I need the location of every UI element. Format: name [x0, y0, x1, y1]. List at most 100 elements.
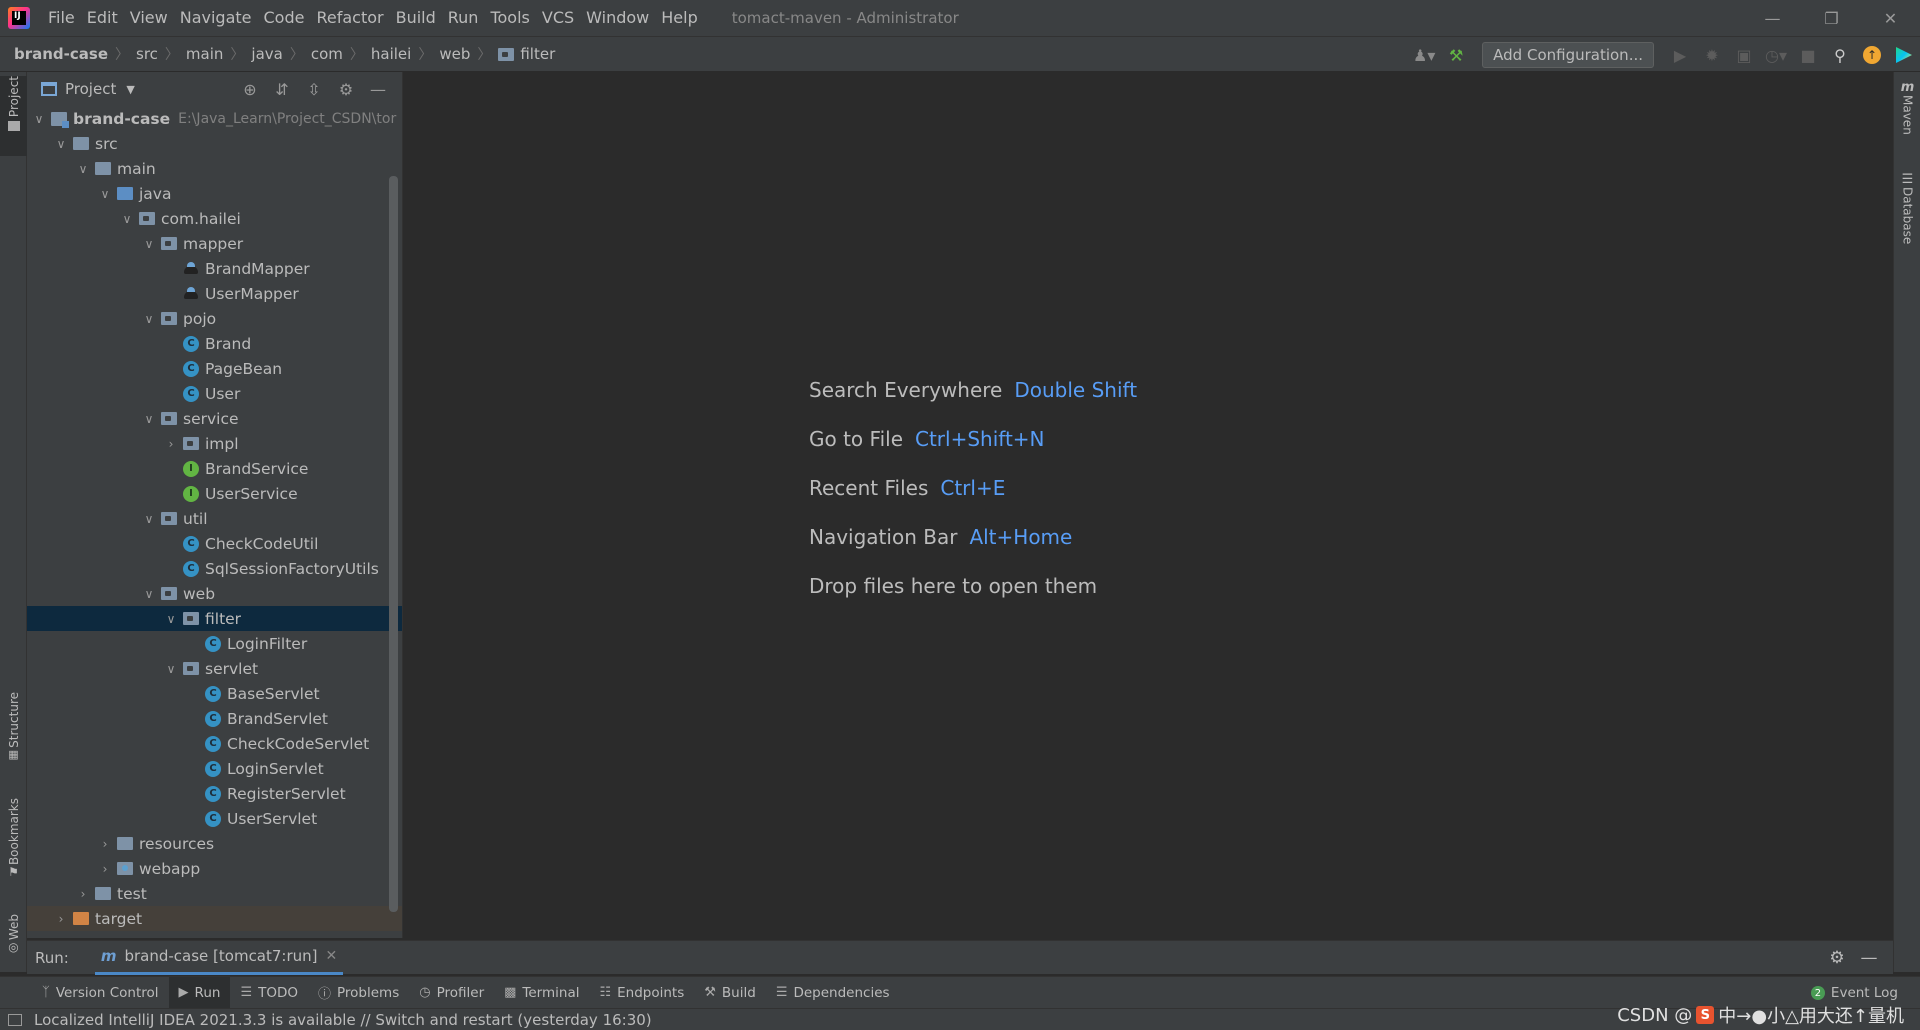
menu-build[interactable]: Build [390, 0, 442, 36]
editor-area[interactable]: Search Everywhere Double Shift Go to Fil… [404, 72, 1893, 938]
restore-icon[interactable]: ❐ [1802, 0, 1861, 36]
tool-run[interactable]: ▶ Run [168, 976, 231, 1009]
chevron-right-icon[interactable]: › [75, 887, 91, 901]
tree-row-brand[interactable]: C Brand [27, 331, 402, 356]
window-toggle-icon[interactable] [8, 1013, 22, 1026]
project-view-selector[interactable]: Project [65, 80, 116, 98]
locate-icon[interactable]: ⊕ [234, 80, 266, 99]
user-icon[interactable]: ♟▾ [1408, 37, 1440, 73]
menu-edit[interactable]: Edit [81, 0, 124, 36]
tree-row-brandservice[interactable]: I BrandService [27, 456, 402, 481]
tree-row-util[interactable]: ∨ util [27, 506, 402, 531]
tree-row-test[interactable]: › test [27, 881, 402, 906]
tree-row-loginservlet[interactable]: C LoginServlet [27, 756, 402, 781]
tree-row-src[interactable]: ∨ src [27, 131, 402, 156]
tool-endpoints[interactable]: ☷ Endpoints [589, 977, 694, 1009]
breadcrumb-src[interactable]: src [132, 45, 162, 63]
status-message[interactable]: Localized IntelliJ IDEA 2021.3.3 is avai… [34, 1011, 652, 1029]
tree-row-userservlet[interactable]: C UserServlet [27, 806, 402, 831]
tree-row-brandservlet[interactable]: C BrandServlet [27, 706, 402, 731]
minimize-icon[interactable]: — [1743, 0, 1802, 36]
profile-icon[interactable]: ◷▾ [1760, 37, 1792, 73]
chevron-down-icon[interactable]: ∨ [75, 162, 91, 176]
tree-row-user[interactable]: C User [27, 381, 402, 406]
tool-profiler[interactable]: ◷ Profiler [409, 977, 494, 1009]
coverage-icon[interactable]: ▣ [1728, 37, 1760, 73]
menu-file[interactable]: File [42, 0, 81, 36]
chevron-down-icon[interactable]: ∨ [163, 612, 179, 626]
chevron-down-icon[interactable]: ∨ [163, 662, 179, 676]
tree-row-userservice[interactable]: I UserService [27, 481, 402, 506]
tree-row-baseservlet[interactable]: C BaseServlet [27, 681, 402, 706]
tool-terminal[interactable]: ▩ Terminal [494, 977, 589, 1009]
menu-help[interactable]: Help [655, 0, 703, 36]
stop-icon[interactable]: ■ [1792, 37, 1824, 73]
menu-window[interactable]: Window [580, 0, 655, 36]
chevron-right-icon[interactable]: › [163, 437, 179, 451]
code-with-me-icon[interactable] [1888, 37, 1920, 73]
chevron-down-icon[interactable]: ∨ [31, 112, 47, 126]
menu-vcs[interactable]: VCS [536, 0, 580, 36]
tool-dependencies[interactable]: ☰ Dependencies [766, 977, 900, 1009]
hide-icon[interactable]: — [362, 80, 394, 99]
chevron-down-icon[interactable]: ∨ [141, 587, 157, 601]
vertical-scrollbar[interactable] [389, 176, 398, 912]
chevron-down-icon[interactable]: ∨ [97, 187, 113, 201]
chevron-right-icon[interactable]: › [53, 912, 69, 926]
breadcrumb-hailei[interactable]: hailei [367, 45, 415, 63]
breadcrumb-filter[interactable]: filter [520, 45, 559, 63]
chevron-down-icon[interactable]: ▼ [126, 83, 134, 96]
tree-row-brand-case[interactable]: ∨ brand-case E:\Java_Learn\Project_CSDN\… [27, 106, 402, 131]
chevron-right-icon[interactable]: › [97, 862, 113, 876]
tree-row-main[interactable]: ∨ main [27, 156, 402, 181]
menu-navigate[interactable]: Navigate [174, 0, 258, 36]
tool-problems[interactable]: ⓘ Problems [308, 977, 409, 1009]
tree-row-servlet[interactable]: ∨ servlet [27, 656, 402, 681]
tree-row-checkcodeutil[interactable]: C CheckCodeUtil [27, 531, 402, 556]
stripe-tab-structure[interactable]: Structure ▦ [0, 692, 27, 772]
tree-row-filter[interactable]: ∨ filter [27, 606, 402, 631]
tree-row-java[interactable]: ∨ java [27, 181, 402, 206]
breadcrumb-com[interactable]: com [307, 45, 347, 63]
tree-row-checkcodeservlet[interactable]: C CheckCodeServlet [27, 731, 402, 756]
menu-refactor[interactable]: Refactor [310, 0, 389, 36]
tree-row-loginfilter[interactable]: C LoginFilter [27, 631, 402, 656]
chevron-down-icon[interactable]: ∨ [141, 237, 157, 251]
update-icon[interactable]: ↑ [1856, 37, 1888, 73]
stripe-tab-project[interactable]: Project [0, 76, 27, 156]
tree-row-sqlsessionfactoryutils[interactable]: C SqlSessionFactoryUtils [27, 556, 402, 581]
tree-row-mapper[interactable]: ∨ mapper [27, 231, 402, 256]
chevron-down-icon[interactable]: ∨ [141, 312, 157, 326]
menu-tools[interactable]: Tools [484, 0, 535, 36]
menu-code[interactable]: Code [258, 0, 311, 36]
collapse-all-icon[interactable]: ⇳ [298, 80, 330, 99]
stripe-tab-maven[interactable]: m Maven [1894, 80, 1920, 135]
tree-row-pagebean[interactable]: C PageBean [27, 356, 402, 381]
gear-icon[interactable]: ⚙ [330, 80, 362, 99]
stripe-tab-bookmarks[interactable]: Bookmarks ⚑ [0, 798, 27, 888]
tree-row-web[interactable]: ∨ web [27, 581, 402, 606]
chevron-down-icon[interactable]: ∨ [141, 512, 157, 526]
run-icon[interactable]: ▶ [1664, 37, 1696, 73]
tree-row-target[interactable]: › target [27, 906, 402, 931]
menu-run[interactable]: Run [442, 0, 485, 36]
tree-row-resources[interactable]: › resources [27, 831, 402, 856]
chevron-down-icon[interactable]: ∨ [119, 212, 135, 226]
expand-all-icon[interactable]: ⇵ [266, 80, 298, 99]
gear-icon[interactable]: ⚙ [1821, 948, 1853, 968]
close-icon[interactable]: ✕ [1861, 0, 1920, 36]
tree-row-brandmapper[interactable]: BrandMapper [27, 256, 402, 281]
tree-row-registerservlet[interactable]: C RegisterServlet [27, 781, 402, 806]
close-icon[interactable]: ✕ [326, 948, 338, 964]
tree-row-service[interactable]: ∨ service [27, 406, 402, 431]
tool-version-control[interactable]: ᛉ Version Control [32, 977, 169, 1009]
breadcrumb-web[interactable]: web [435, 45, 474, 63]
debug-icon[interactable]: ✹ [1696, 37, 1728, 73]
chevron-down-icon[interactable]: ∨ [53, 137, 69, 151]
tool-todo[interactable]: ☰ TODO [230, 977, 308, 1009]
tree-row-usermapper[interactable]: UserMapper [27, 281, 402, 306]
menu-view[interactable]: View [124, 0, 174, 36]
chevron-right-icon[interactable]: › [97, 837, 113, 851]
stripe-tab-web[interactable]: Web ◎ [0, 914, 27, 964]
tool-build[interactable]: ⚒ Build [694, 977, 766, 1009]
